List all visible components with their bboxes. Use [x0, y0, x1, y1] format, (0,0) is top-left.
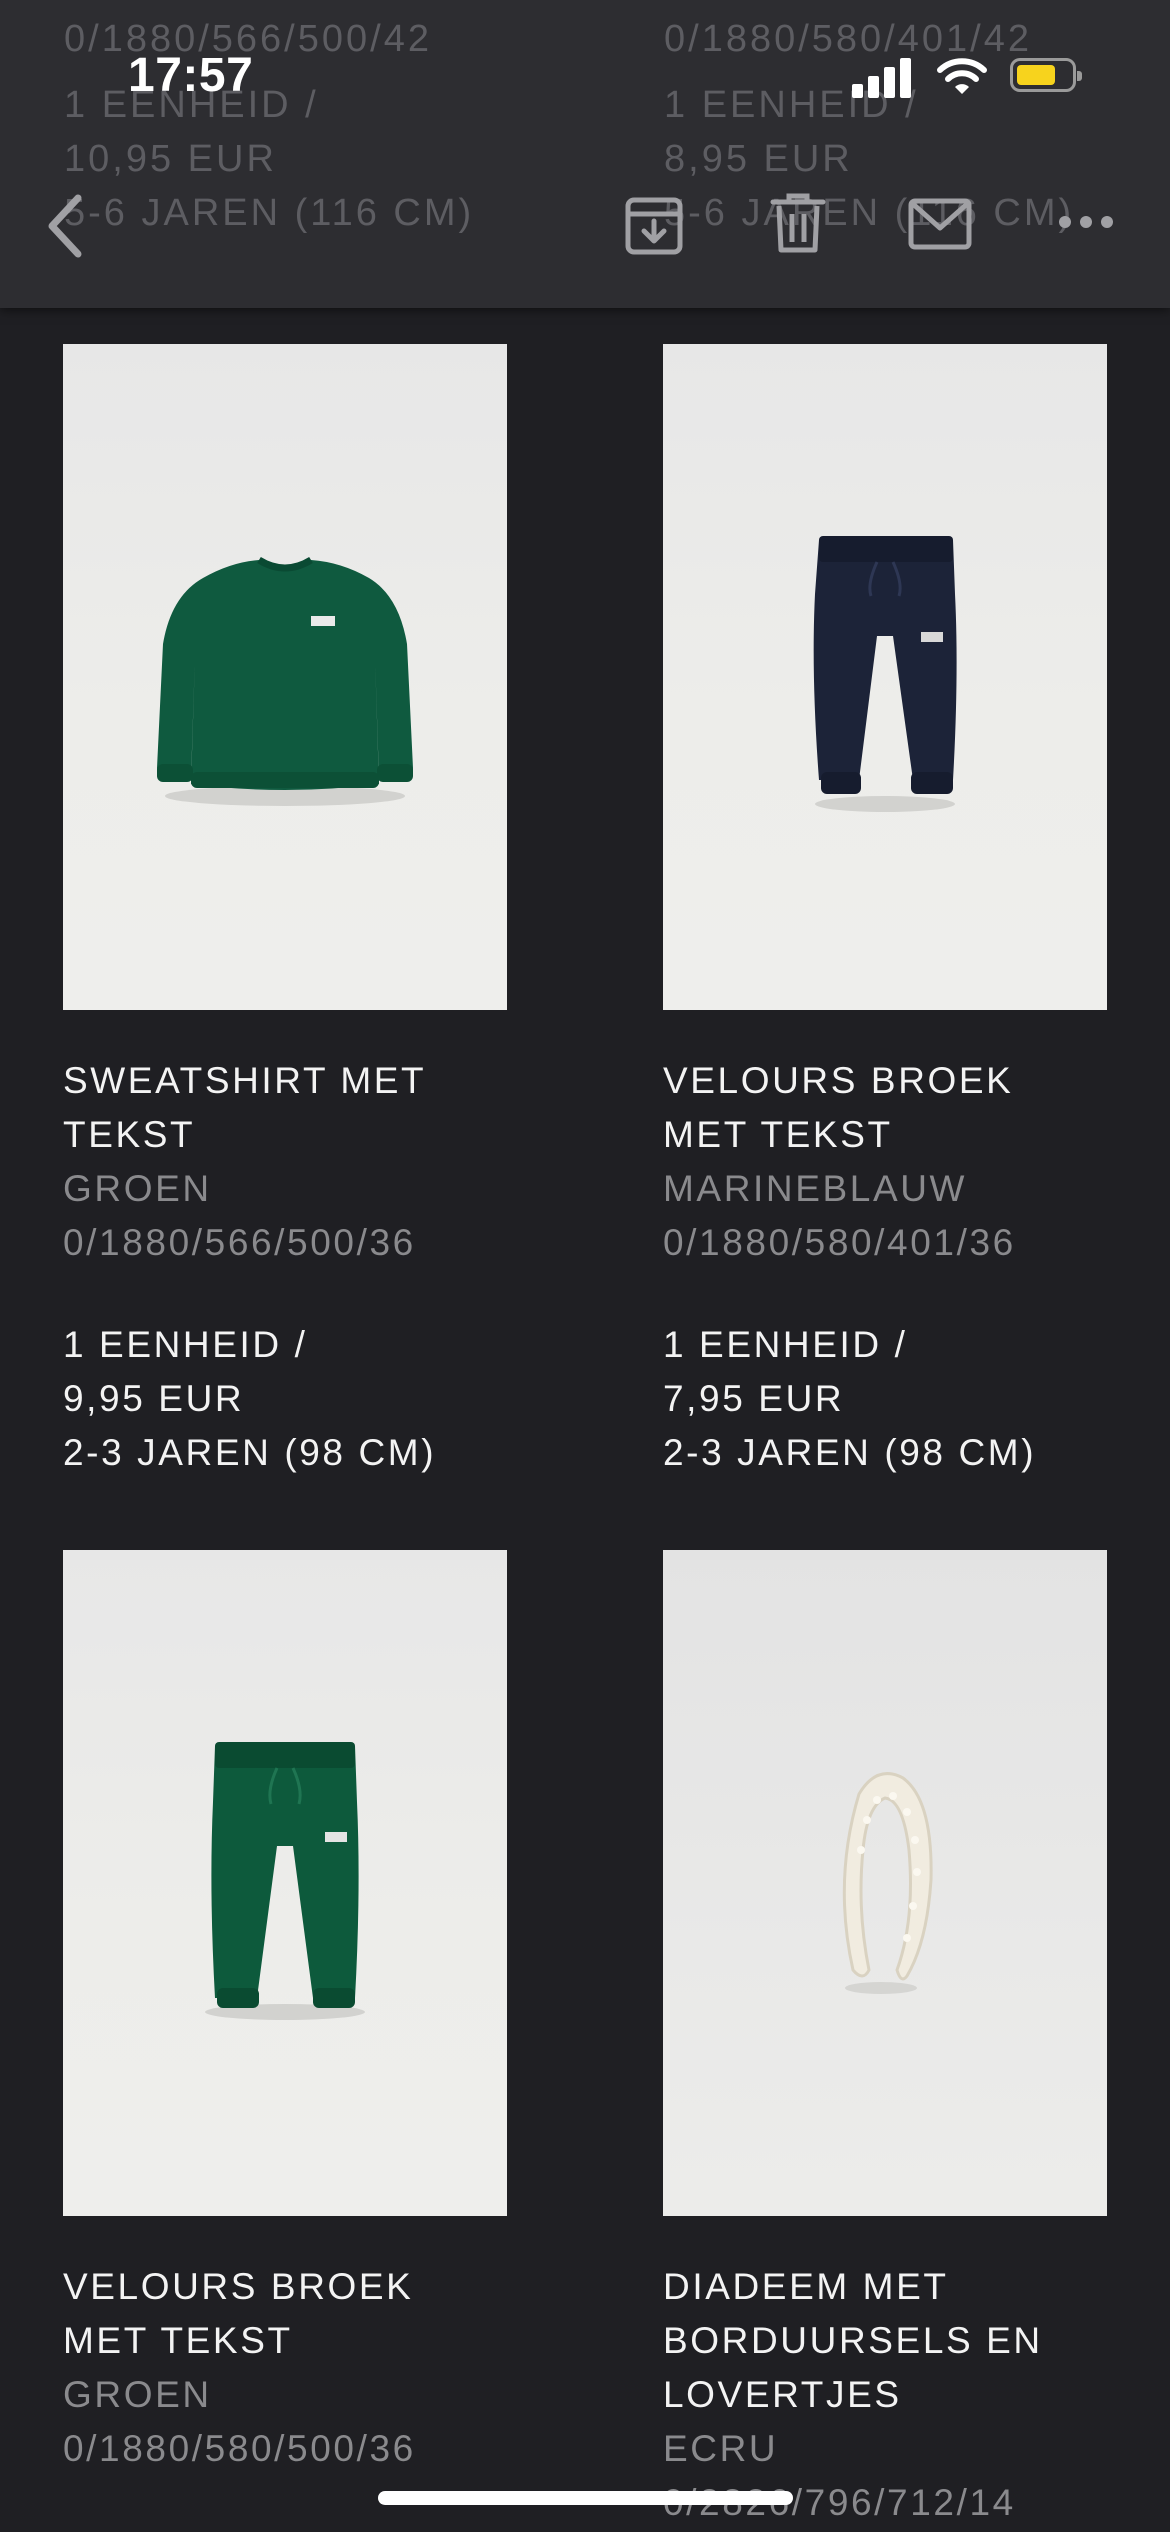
status-time: 17:57: [128, 49, 254, 102]
green-sweatshirt-image: [157, 556, 413, 806]
product-image[interactable]: [63, 344, 507, 1010]
background-peek-left: 0/1880/566/500/42 1 EENHEID / 10,95 EUR …: [64, 12, 474, 240]
navy-jogger-pants-image: [813, 536, 957, 812]
product-card[interactable]: VELOURS BROEK MET TEKST GROEN 0/1880/580…: [63, 1550, 507, 2476]
peek-text: 10,95 EUR: [64, 138, 277, 180]
product-card[interactable]: DIADEEM MET BORDUURSELS EN LOVERTJES ECR…: [663, 1550, 1107, 2530]
product-title: DIADEEM MET: [663, 2266, 949, 2307]
product-color: ECRU: [663, 2428, 779, 2469]
product-image[interactable]: [663, 344, 1107, 1010]
product-reference: 0/1880/580/401/36: [663, 1222, 1016, 1263]
product-info: VELOURS BROEK MET TEKST MARINEBLAUW 0/18…: [663, 1054, 1107, 1480]
product-card[interactable]: VELOURS BROEK MET TEKST MARINEBLAUW 0/18…: [663, 344, 1107, 1480]
product-price: 9,95 EUR: [63, 1378, 245, 1419]
top-bar: 0/1880/566/500/42 1 EENHEID / 10,95 EUR …: [0, 0, 1170, 308]
product-image[interactable]: [63, 1550, 507, 2216]
product-color: GROEN: [63, 1168, 212, 1209]
product-info: DIADEEM MET BORDUURSELS EN LOVERTJES ECR…: [663, 2260, 1107, 2530]
peek-text: 5-6 JAREN (116 CM): [64, 192, 475, 234]
mail-button[interactable]: [908, 198, 972, 250]
mail-icon: [908, 198, 972, 250]
more-button[interactable]: [1058, 212, 1114, 232]
product-title: MET TEKST: [63, 2320, 293, 2361]
product-quantity: 1 EENHEID /: [663, 1324, 908, 1365]
product-image[interactable]: [663, 1550, 1107, 2216]
battery-icon: [1010, 58, 1082, 92]
product-size: 2-3 JAREN (98 CM): [63, 1432, 437, 1473]
peek-text: 1 EENHEID /: [64, 84, 319, 126]
delete-button[interactable]: [770, 192, 826, 256]
beaded-headband-image: [842, 1772, 933, 1994]
product-title: SWEATSHIRT MET: [63, 1060, 427, 1101]
product-price: 7,95 EUR: [663, 1378, 845, 1419]
product-title: MET TEKST: [663, 1114, 893, 1155]
signal-icon: [852, 56, 912, 98]
archive-button[interactable]: [624, 194, 684, 256]
product-info: SWEATSHIRT MET TEKST GROEN 0/1880/566/50…: [63, 1054, 507, 1480]
chevron-left-icon: [48, 194, 82, 258]
product-card[interactable]: SWEATSHIRT MET TEKST GROEN 0/1880/566/50…: [63, 344, 507, 1480]
product-title: VELOURS BROEK: [63, 2266, 414, 2307]
green-jogger-pants-image: [205, 1742, 365, 2020]
product-title: BORDUURSELS EN: [663, 2320, 1043, 2361]
peek-text: 8,95 EUR: [664, 138, 853, 180]
product-reference: 0/1880/580/500/36: [63, 2428, 416, 2469]
home-indicator[interactable]: [378, 2491, 793, 2505]
background-peek-right: 0/1880/580/401/42 1 EENHEID / 8,95 EUR 5…: [664, 12, 1074, 240]
product-reference: 0/1880/566/500/36: [63, 1222, 416, 1263]
trash-icon: [770, 193, 826, 253]
peek-text: 0/1880/566/500/42: [64, 18, 432, 60]
product-info: VELOURS BROEK MET TEKST GROEN 0/1880/580…: [63, 2260, 507, 2476]
product-title: TEKST: [63, 1114, 196, 1155]
product-title: VELOURS BROEK: [663, 1060, 1014, 1101]
product-color: GROEN: [63, 2374, 212, 2415]
product-size: 2-3 JAREN (98 CM): [663, 1432, 1037, 1473]
archive-icon: [625, 197, 683, 255]
product-title: LOVERTJES: [663, 2374, 902, 2415]
product-color: MARINEBLAUW: [663, 1168, 968, 1209]
product-quantity: 1 EENHEID /: [63, 1324, 308, 1365]
peek-text: 5-6 JAREN (116 CM): [664, 192, 1075, 234]
more-icon: [1059, 216, 1113, 228]
wifi-icon: [936, 56, 988, 101]
back-button[interactable]: [40, 190, 90, 262]
